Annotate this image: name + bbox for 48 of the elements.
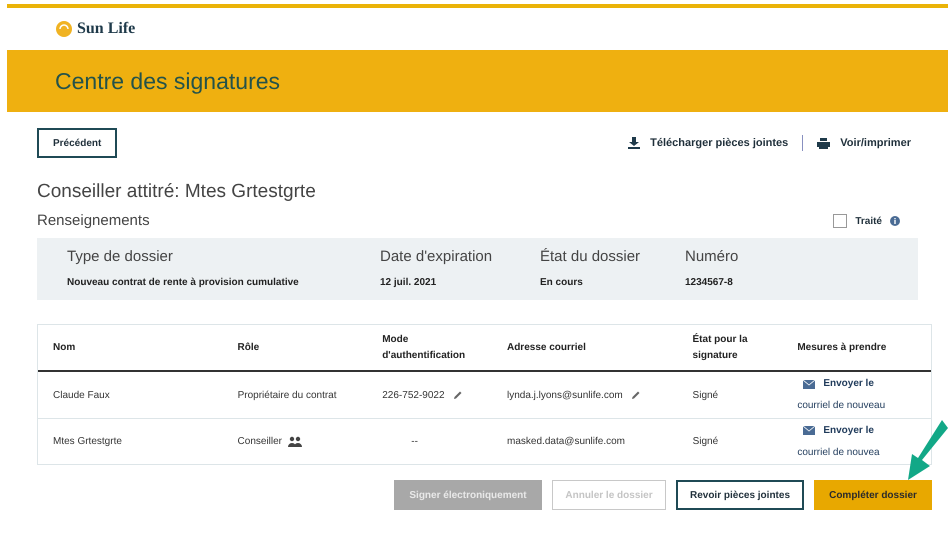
summary-value: Nouveau contrat de rente à provision cumulative bbox=[67, 276, 300, 290]
treated-label: Traité bbox=[855, 214, 882, 228]
table-cell-text: -- bbox=[411, 435, 418, 450]
table-cell-text: lynda.j.lyons@sunlife.com bbox=[506, 388, 623, 403]
summary-value: 1234567-8 bbox=[685, 276, 734, 290]
pencil-icon[interactable] bbox=[452, 390, 463, 400]
envelope-icon bbox=[803, 426, 816, 436]
table-cell-text: Mtes Grtestgrte bbox=[52, 435, 123, 450]
summary-label: Date d'expiration bbox=[380, 247, 494, 268]
resend-email-link[interactable]: courriel de nouveau bbox=[797, 395, 932, 418]
column-header: Rôle bbox=[238, 341, 260, 356]
table-cell-text: Signé bbox=[692, 388, 720, 403]
section-label: Renseignements bbox=[37, 210, 150, 231]
sun-logo-icon bbox=[55, 20, 73, 38]
summary-label: État du dossier bbox=[540, 247, 642, 268]
print-link[interactable]: Voir/imprimer bbox=[817, 134, 911, 152]
action-button[interactable]: Compléter dossier bbox=[814, 480, 932, 510]
printer-icon bbox=[817, 138, 830, 148]
logo-text: Sun Life bbox=[77, 19, 136, 39]
advisor-heading: Conseiller attitré: Mtes Grtestgrte bbox=[37, 180, 317, 204]
table-cell-text: 226-752-9022 bbox=[382, 388, 445, 403]
info-icon[interactable] bbox=[890, 216, 900, 226]
summary-value: 12 juil. 2021 bbox=[380, 276, 438, 290]
table-cell-text: Signé bbox=[692, 435, 720, 450]
back-button[interactable]: Précédent bbox=[37, 128, 118, 158]
page-title: Centre des signatures bbox=[55, 66, 280, 96]
column-header: Mesures à prendre bbox=[797, 341, 888, 356]
resend-email-link[interactable]: Envoyer le bbox=[823, 420, 874, 442]
resend-email-link[interactable]: courriel de nouvea bbox=[797, 442, 931, 464]
table-cell-text: Conseiller bbox=[238, 435, 282, 450]
summary-value: En cours bbox=[540, 276, 584, 290]
download-icon bbox=[628, 137, 640, 149]
resend-email-link[interactable]: Envoyer le bbox=[823, 373, 874, 396]
envelope-icon bbox=[803, 380, 816, 389]
table-cell-text: Propriétaire du contrat bbox=[238, 388, 337, 403]
download-link[interactable]: Télécharger pièces jointes bbox=[628, 134, 788, 152]
column-header: Mode d'authentification bbox=[382, 332, 466, 363]
treated-checkbox[interactable] bbox=[833, 214, 848, 228]
column-header: Adresse courriel bbox=[506, 341, 587, 356]
table-cell-text: Claude Faux bbox=[52, 388, 111, 403]
summary-label: Type de dossier bbox=[67, 247, 174, 268]
action-button[interactable]: Revoir pièces jointes bbox=[676, 480, 804, 510]
column-header: Nom bbox=[52, 341, 76, 356]
pencil-icon[interactable] bbox=[630, 390, 641, 400]
summary-label: Numéro bbox=[685, 247, 740, 268]
pointer-arrow-drawing bbox=[908, 420, 948, 482]
column-header: État pour la signature bbox=[692, 332, 749, 363]
table-cell-text: masked.data@sunlife.com bbox=[507, 435, 626, 450]
